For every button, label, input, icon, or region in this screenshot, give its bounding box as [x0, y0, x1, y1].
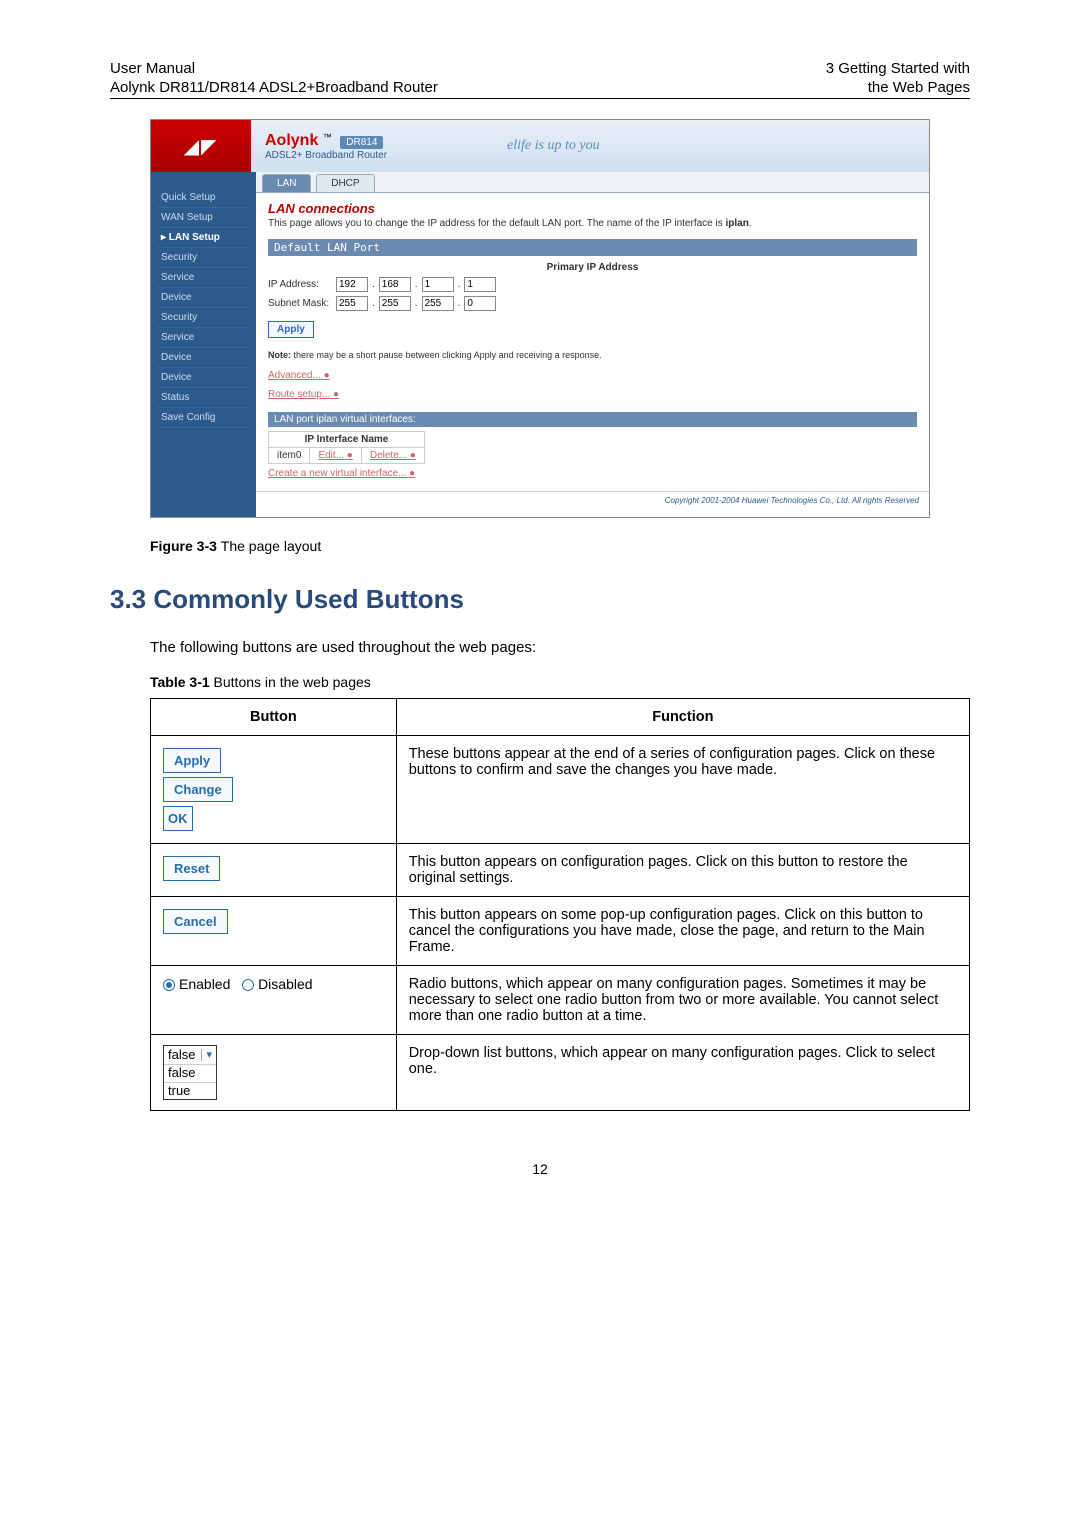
sidebar-item[interactable]: ▸ LAN Setup [159, 228, 248, 248]
section-title: LAN connections [268, 201, 917, 216]
apply-note: Note: there may be a short pause between… [268, 350, 917, 360]
sidebar-item[interactable]: Security [159, 248, 248, 268]
sidebar-item[interactable]: Device [159, 348, 248, 368]
table-row: Reset This button appears on configuratio… [151, 844, 970, 897]
logo-icon: ◢◤ [151, 120, 251, 172]
intro-text: The following buttons are used throughou… [150, 639, 970, 656]
brand-sub: ADSL2+ Broadband Router [265, 150, 387, 161]
header-left2: Aolynk DR811/DR814 ADSL2+Broadband Route… [110, 79, 438, 96]
mask-oct4[interactable] [464, 296, 496, 311]
ss-banner: ◢◤ Aolynk ™ DR814 ADSL2+ Broadband Route… [151, 120, 929, 172]
ok-button[interactable]: OK [163, 806, 193, 831]
change-button[interactable]: Change [163, 777, 233, 802]
sidebar-item[interactable]: Service [159, 268, 248, 288]
th-button: Button [151, 699, 397, 736]
dropdown[interactable]: false▾falsetrue [163, 1045, 217, 1100]
header-left1: User Manual [110, 60, 195, 77]
button-cell: Enabled Disabled [151, 966, 397, 1035]
tab-lan[interactable]: LAN [262, 174, 311, 192]
ip-oct1[interactable] [336, 277, 368, 292]
button-cell: Cancel [151, 897, 397, 966]
cancel-button[interactable]: Cancel [163, 909, 228, 934]
table-row: Enabled DisabledRadio buttons, which app… [151, 966, 970, 1035]
function-cell: This button appears on some pop-up confi… [396, 897, 969, 966]
vi-row-name: item0 [269, 448, 310, 464]
ip-label: IP Address: [268, 279, 332, 290]
model-badge: DR814 [340, 136, 383, 149]
th-function: Function [396, 699, 969, 736]
sidebar-item[interactable]: Device [159, 368, 248, 388]
figure-caption: Figure 3-3 The page layout [150, 538, 970, 554]
header-divider [110, 98, 970, 99]
route-setup-link[interactable]: Route setup... ● [268, 389, 339, 400]
table-row: Apply Change OK These buttons appear at the… [151, 736, 970, 844]
button-cell: Apply Change OK [151, 736, 397, 844]
header-right2: the Web Pages [868, 79, 970, 96]
radio-disabled[interactable] [242, 979, 254, 991]
tab-dhcp[interactable]: DHCP [316, 174, 374, 192]
mask-oct1[interactable] [336, 296, 368, 311]
sidebar-item[interactable]: Save Config [159, 408, 248, 428]
ip-address-row: IP Address: . . . [268, 277, 917, 292]
radio-enabled[interactable] [163, 979, 175, 991]
brand-block: Aolynk ™ DR814 ADSL2+ Broadband Router [251, 132, 387, 161]
sidebar-item[interactable]: Status [159, 388, 248, 408]
sidebar-item[interactable]: Quick Setup [159, 188, 248, 208]
ip-oct3[interactable] [422, 277, 454, 292]
mask-oct2[interactable] [379, 296, 411, 311]
vi-edit-link[interactable]: Edit... ● [318, 450, 352, 461]
go-icon: ● [324, 370, 330, 381]
button-cell: Reset [151, 844, 397, 897]
virtual-if-table: IP Interface Name item0 Edit... ● Delete… [268, 431, 425, 464]
function-cell: These buttons appear at the end of a ser… [396, 736, 969, 844]
function-cell: Radio buttons, which appear on many conf… [396, 966, 969, 1035]
function-cell: This button appears on configuration pag… [396, 844, 969, 897]
apply-button[interactable]: Apply [268, 321, 314, 338]
table-caption: Table 3-1 Buttons in the web pages [150, 674, 970, 690]
sidebar-item[interactable]: Security [159, 308, 248, 328]
copyright: Copyright 2001-2004 Huawei Technologies … [256, 491, 929, 509]
router-screenshot: ◢◤ Aolynk ™ DR814 ADSL2+ Broadband Route… [150, 119, 930, 518]
doc-header-row2: Aolynk DR811/DR814 ADSL2+Broadband Route… [110, 79, 970, 96]
go-icon: ● [333, 389, 339, 400]
sidebar: Quick SetupWAN Setup▸ LAN SetupSecurityS… [151, 172, 256, 517]
table-row: Cancel This button appears on some pop-up… [151, 897, 970, 966]
mask-oct3[interactable] [422, 296, 454, 311]
primary-ip-head: Primary IP Address [268, 262, 917, 273]
default-lan-port-head: Default LAN Port [268, 239, 917, 256]
mask-label: Subnet Mask: [268, 298, 332, 309]
create-vi-link[interactable]: Create a new virtual interface... ● [268, 468, 415, 479]
slogan: elife is up to you [507, 138, 600, 154]
apply-button[interactable]: Apply [163, 748, 221, 773]
reset-button[interactable]: Reset [163, 856, 220, 881]
brand-name: Aolynk [265, 132, 318, 149]
vi-delete-link[interactable]: Delete... ● [370, 450, 416, 461]
subnet-row: Subnet Mask: . . . [268, 296, 917, 311]
sidebar-item[interactable]: Service [159, 328, 248, 348]
button-cell: false▾falsetrue [151, 1035, 397, 1111]
vi-th: IP Interface Name [269, 432, 425, 448]
header-right1: 3 Getting Started with [826, 60, 970, 77]
page-number: 12 [110, 1161, 970, 1177]
advanced-link[interactable]: Advanced... ● [268, 370, 330, 381]
sidebar-item[interactable]: WAN Setup [159, 208, 248, 228]
virtual-if-head: LAN port iplan virtual interfaces: [268, 412, 917, 427]
main-panel: LAN DHCP LAN connections This page allow… [256, 172, 929, 517]
section-heading: 3.3 Commonly Used Buttons [110, 584, 970, 615]
doc-header-row1: User Manual 3 Getting Started with [110, 60, 970, 77]
ip-oct4[interactable] [464, 277, 496, 292]
table-row: false▾falsetrue Drop-down list buttons, w… [151, 1035, 970, 1111]
sidebar-item[interactable]: Device [159, 288, 248, 308]
tab-bar: LAN DHCP [256, 172, 929, 193]
section-desc: This page allows you to change the IP ad… [268, 218, 917, 229]
buttons-table: Button Function Apply Change OK These butto… [150, 698, 970, 1111]
chevron-down-icon: ▾ [201, 1049, 212, 1061]
function-cell: Drop-down list buttons, which appear on … [396, 1035, 969, 1111]
ip-oct2[interactable] [379, 277, 411, 292]
